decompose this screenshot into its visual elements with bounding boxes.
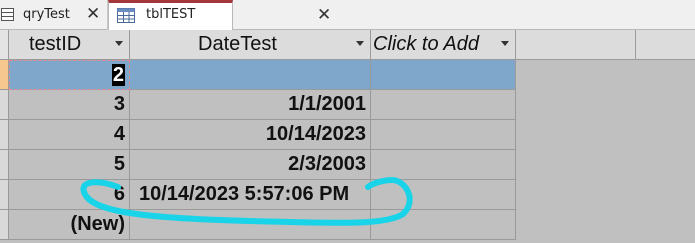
tab-label: tblTEST <box>146 7 196 22</box>
empty-header <box>636 30 695 60</box>
document-tab-bar: qryTest ✕ tblTEST ✕ <box>0 0 695 31</box>
table-cell[interactable] <box>130 60 371 90</box>
table-cell[interactable]: 6 <box>9 180 130 210</box>
column-header-label: DateTest <box>198 33 277 55</box>
tab-qrytest[interactable]: qryTest ✕ <box>0 0 108 30</box>
record-selector[interactable] <box>0 180 9 210</box>
table-cell[interactable]: 10/14/2023 <box>130 120 371 150</box>
chevron-down-icon[interactable] <box>356 41 364 46</box>
table-icon <box>117 8 135 23</box>
new-record-selector[interactable] <box>0 210 9 240</box>
record-selector[interactable] <box>0 60 9 90</box>
record-selector[interactable] <box>0 90 9 120</box>
new-record-cell[interactable]: (New) <box>9 210 130 240</box>
column-header-label: Click to Add <box>373 33 479 55</box>
record-selector[interactable] <box>0 120 9 150</box>
cell-value: 2 <box>111 64 125 86</box>
select-all-corner[interactable] <box>0 30 9 60</box>
table-cell[interactable]: 1/1/2001 <box>130 90 371 120</box>
table-cell[interactable]: 10/14/2023 5:57:06 PM <box>130 180 371 210</box>
table-cell[interactable] <box>371 120 516 150</box>
column-header-datetest[interactable]: DateTest <box>130 30 371 60</box>
table-cell[interactable] <box>371 60 516 90</box>
query-icon <box>1 8 14 21</box>
column-header-click-to-add[interactable]: Click to Add <box>371 30 516 60</box>
close-icon[interactable]: ✕ <box>317 7 331 24</box>
chevron-down-icon[interactable] <box>115 41 123 46</box>
tab-label: qryTest <box>23 7 70 22</box>
table-cell[interactable] <box>371 90 516 120</box>
table-cell[interactable] <box>371 150 516 180</box>
close-icon[interactable]: ✕ <box>86 6 100 23</box>
empty-header <box>516 30 636 60</box>
tab-tbltest[interactable]: tblTEST ✕ <box>108 0 331 31</box>
column-header-testid[interactable]: testID <box>9 30 130 60</box>
table-cell[interactable]: 4 <box>9 120 130 150</box>
table-cell[interactable]: 2/3/2003 <box>130 150 371 180</box>
table-cell[interactable]: 5 <box>9 150 130 180</box>
column-header-label: testID <box>29 33 82 55</box>
datasheet-grid: testID DateTest Click to Add 2 3 1/1/200… <box>0 30 695 243</box>
table-cell[interactable] <box>371 180 516 210</box>
table-cell[interactable]: 3 <box>9 90 130 120</box>
table-cell[interactable] <box>130 210 371 240</box>
chevron-down-icon[interactable] <box>501 41 509 46</box>
table-cell[interactable]: 2 <box>9 60 130 90</box>
record-selector[interactable] <box>0 150 9 180</box>
table-cell[interactable] <box>371 210 516 240</box>
